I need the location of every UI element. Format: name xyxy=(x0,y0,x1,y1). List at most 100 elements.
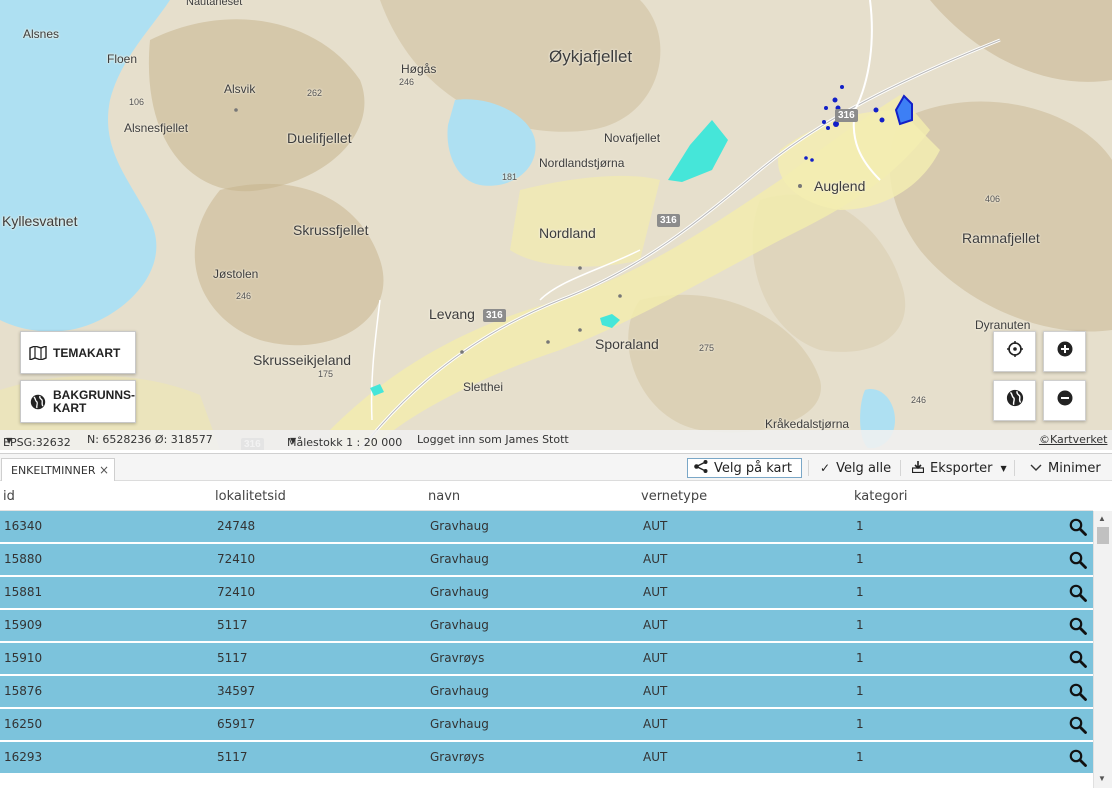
toolbar-divider xyxy=(808,460,809,476)
table-row[interactable]: 16340 24748 Gravhaug AUT 1 xyxy=(0,511,1093,543)
world-icon xyxy=(1006,389,1024,412)
caret-down-icon: ▼ xyxy=(1000,463,1007,473)
cell-kategori: 1 xyxy=(856,750,864,764)
magnifier-icon[interactable] xyxy=(1069,716,1087,734)
cell-vernetype: AUT xyxy=(643,585,668,599)
cell-navn: Gravrøys xyxy=(430,651,485,665)
toolbar-divider xyxy=(900,460,901,476)
cell-kategori: 1 xyxy=(856,684,864,698)
cell-id: 16250 xyxy=(4,717,43,731)
cell-navn: Gravrøys xyxy=(430,750,485,764)
place-label: Auglend xyxy=(814,178,866,194)
table-scrollbar[interactable]: ▲ ▼ xyxy=(1093,511,1112,788)
height-label: 106 xyxy=(129,97,145,107)
cell-id: 16293 xyxy=(4,750,43,764)
temakart-button[interactable]: TEMAKART xyxy=(20,331,136,374)
cell-vernetype: AUT xyxy=(643,552,668,566)
place-label: Dyranuten xyxy=(975,318,1031,332)
table-body: 16340 24748 Gravhaug AUT 1 15880 72410 Gravhaug… xyxy=(0,511,1093,788)
table-row[interactable]: 15876 34597 Gravhaug AUT 1 xyxy=(0,676,1093,708)
table-row[interactable]: 15880 72410 Gravhaug AUT 1 xyxy=(0,544,1093,576)
place-label: Jøstolen xyxy=(213,267,259,281)
table-row[interactable]: 15881 72410 Gravhaug AUT 1 xyxy=(0,577,1093,609)
cell-navn: Gravhaug xyxy=(430,717,489,731)
download-icon xyxy=(911,460,925,476)
select-all-button[interactable]: ✓ Velg alle xyxy=(814,458,897,478)
cell-vernetype: AUT xyxy=(643,750,668,764)
cell-vernetype: AUT xyxy=(643,618,668,632)
height-label: 406 xyxy=(985,194,1001,204)
world-view-button[interactable] xyxy=(993,380,1036,421)
cell-kategori: 1 xyxy=(856,618,864,632)
column-header-kategori[interactable]: kategori xyxy=(854,489,908,504)
cell-kategori: 1 xyxy=(856,585,864,599)
cell-lokalitetsid: 5117 xyxy=(217,651,248,665)
place-label: Nordland xyxy=(539,225,596,241)
caret-down-icon: ▼ xyxy=(290,436,297,445)
minimize-button[interactable]: Minimer xyxy=(1024,458,1107,478)
place-label: Skrusseikjeland xyxy=(253,352,352,368)
map-view[interactable]: Nautaneset Alsnes Floen Øykjafjellet Høg… xyxy=(0,0,1112,450)
cell-kategori: 1 xyxy=(856,552,864,566)
bakgrunnskart-button[interactable]: BAKGRUNNS- KART xyxy=(20,380,136,423)
table-row[interactable]: 15909 5117 Gravhaug AUT 1 xyxy=(0,610,1093,642)
map-icon xyxy=(29,344,47,362)
height-label: 246 xyxy=(399,77,415,87)
tab-enkeltminner[interactable]: ENKELTMINNER × xyxy=(1,458,115,481)
cell-navn: Gravhaug xyxy=(430,552,489,566)
cell-id: 15909 xyxy=(4,618,43,632)
place-label: Alsnes xyxy=(23,27,60,41)
place-label: Nautaneset xyxy=(186,0,243,8)
cell-vernetype: AUT xyxy=(643,684,668,698)
column-header-id[interactable]: id xyxy=(3,489,15,504)
cell-id: 16340 xyxy=(4,519,43,533)
magnifier-icon[interactable] xyxy=(1069,518,1087,536)
column-header-vernetype[interactable]: vernetype xyxy=(641,489,707,504)
cell-lokalitetsid: 5117 xyxy=(217,750,248,764)
locate-button[interactable] xyxy=(993,331,1036,372)
cell-id: 15910 xyxy=(4,651,43,665)
column-header-lokalitetsid[interactable]: lokalitetsid xyxy=(215,489,286,504)
select-on-map-button[interactable]: Velg på kart xyxy=(687,458,802,478)
minus-icon xyxy=(1057,390,1073,411)
place-label: Levang xyxy=(429,306,475,322)
table-row[interactable]: 15910 5117 Gravrøys AUT 1 xyxy=(0,643,1093,675)
table-row[interactable]: 16250 65917 Gravhaug AUT 1 xyxy=(0,709,1093,741)
bakgrunnskart-label: BAKGRUNNS- KART xyxy=(53,387,135,415)
tab-label: ENKELTMINNER xyxy=(11,463,96,477)
export-button[interactable]: Eksporter ▼ xyxy=(906,458,1013,478)
place-label: Floen xyxy=(107,52,138,66)
height-label: 181 xyxy=(502,172,518,182)
panel-toolbar: ENKELTMINNER × Velg på kart ✓ Velg alle … xyxy=(0,454,1112,481)
scroll-up-icon[interactable]: ▲ xyxy=(1098,514,1106,523)
place-label: Sletthei xyxy=(463,380,504,394)
cell-lokalitetsid: 72410 xyxy=(217,552,256,566)
magnifier-icon[interactable] xyxy=(1069,584,1087,602)
road-shield: 316 xyxy=(657,214,680,227)
magnifier-icon[interactable] xyxy=(1069,749,1087,767)
place-label: Kyllesvatnet xyxy=(2,213,78,229)
magnifier-icon[interactable] xyxy=(1069,617,1087,635)
close-icon[interactable]: × xyxy=(99,463,109,477)
zoom-out-button[interactable] xyxy=(1043,380,1086,421)
place-label: Nordlandstjørna xyxy=(539,156,625,170)
cell-id: 15880 xyxy=(4,552,43,566)
place-label: Ramnafjellet xyxy=(962,230,1040,246)
table-row[interactable]: 16293 5117 Gravrøys AUT 1 xyxy=(0,742,1093,774)
zoom-in-button[interactable] xyxy=(1043,331,1086,372)
cell-vernetype: AUT xyxy=(643,717,668,731)
magnifier-icon[interactable] xyxy=(1069,683,1087,701)
map-status-bar: EPSG:32632 ▼ N: 6528236 Ø: 318577 Målesto… xyxy=(0,430,1112,450)
magnifier-icon[interactable] xyxy=(1069,551,1087,569)
kartverket-link[interactable]: ©Kartverket xyxy=(1039,433,1107,446)
column-header-navn[interactable]: navn xyxy=(428,489,460,504)
magnifier-icon[interactable] xyxy=(1069,650,1087,668)
scrollbar-thumb[interactable] xyxy=(1097,527,1109,544)
scroll-down-icon[interactable]: ▼ xyxy=(1098,774,1106,783)
cell-navn: Gravhaug xyxy=(430,519,489,533)
cell-vernetype: AUT xyxy=(643,651,668,665)
cell-lokalitetsid: 5117 xyxy=(217,618,248,632)
place-label: Sporaland xyxy=(595,336,659,352)
globe-icon xyxy=(29,393,47,411)
place-label: Alsnesfjellet xyxy=(124,121,189,135)
